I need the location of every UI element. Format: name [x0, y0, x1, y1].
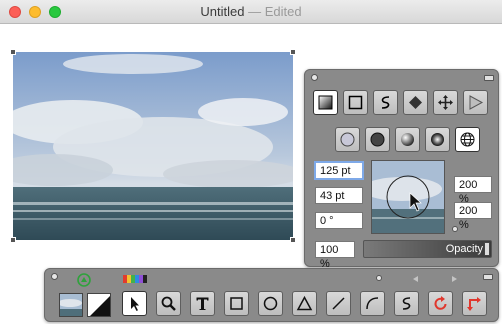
play-button[interactable] [463, 90, 488, 115]
opacity-label: Opacity [445, 243, 483, 255]
flip-tool-button[interactable] [462, 291, 487, 316]
triangle-tool-button[interactable] [292, 291, 317, 316]
black-white-swatch-icon [88, 294, 110, 316]
line-tool-icon [332, 297, 345, 310]
rectangle-tool-button[interactable] [224, 291, 249, 316]
image-thumbnail-icon [60, 294, 82, 316]
square-shape-button[interactable] [343, 90, 368, 115]
edited-status: — Edited [248, 4, 302, 19]
toolbar-slider-dot[interactable] [376, 275, 382, 281]
preview-origin-handle[interactable] [452, 226, 458, 232]
inspector-palette: 125 pt 43 pt 0 ° 200 % 200 % 100 % Opaci… [304, 69, 499, 270]
document-name: Untitled [200, 4, 245, 19]
opacity-slider[interactable]: Opacity [363, 240, 492, 258]
palette-collapse-button[interactable] [484, 75, 494, 81]
square-icon [348, 95, 363, 110]
scale-x-field[interactable]: 200 % [454, 176, 492, 205]
zoom-tool-button[interactable] [156, 291, 181, 316]
opacity-slider-knob[interactable] [484, 242, 490, 256]
fill-style-outline[interactable] [335, 127, 360, 152]
tools-palette [44, 268, 499, 322]
s-curve-icon [381, 96, 390, 109]
palette-close-button[interactable] [311, 74, 318, 81]
text-tool-button[interactable] [190, 291, 215, 316]
radius-field[interactable]: 43 pt [315, 187, 363, 204]
solid-circle-icon [370, 132, 385, 147]
scroll-left-icon[interactable] [411, 275, 421, 283]
active-state-icon[interactable] [77, 273, 91, 287]
freehand-tool-button[interactable] [394, 291, 419, 316]
arc-tool-icon [366, 297, 379, 310]
resize-handle-bottom-left[interactable] [10, 237, 16, 243]
gradient-fill-button[interactable] [313, 90, 338, 115]
triangle-tool-icon [296, 295, 313, 311]
diamond-icon [409, 96, 422, 109]
arrow-pointer-icon [131, 297, 139, 311]
select-tool-button[interactable] [122, 291, 147, 316]
gradient-fill-icon [318, 95, 333, 110]
fill-style-solid[interactable] [365, 127, 390, 152]
ellipse-tool-icon [263, 296, 278, 311]
angle-field[interactable]: 0 ° [315, 212, 363, 229]
opacity-value-field[interactable]: 100 % [315, 241, 355, 270]
effect-preview[interactable] [371, 160, 445, 234]
color-swatch[interactable] [87, 293, 111, 317]
move-button[interactable] [433, 90, 458, 115]
arc-tool-button[interactable] [360, 291, 385, 316]
shaded-sphere-icon [401, 133, 414, 146]
fill-style-radial[interactable] [425, 127, 450, 152]
diamond-button[interactable] [403, 90, 428, 115]
s-curve-button[interactable] [373, 90, 398, 115]
outline-circle-icon [340, 132, 355, 147]
play-triangle-icon [469, 95, 484, 110]
ellipse-tool-button[interactable] [258, 291, 283, 316]
window-title: Untitled — Edited [0, 4, 502, 19]
image-swatch[interactable] [59, 293, 83, 317]
rectangle-tool-icon [230, 297, 243, 310]
fill-style-globe[interactable] [455, 127, 480, 152]
magnifier-icon [161, 296, 176, 311]
tools-palette-close-button[interactable] [51, 273, 58, 280]
scroll-right-icon[interactable] [449, 275, 459, 283]
preview-thumbnail [372, 161, 444, 233]
fill-style-sphere[interactable] [395, 127, 420, 152]
resize-handle-top-right[interactable] [290, 49, 296, 55]
sky-sea-photo [13, 52, 293, 240]
flip-arrows-icon [467, 297, 481, 311]
globe-icon [460, 132, 475, 147]
move-arrows-icon [438, 95, 453, 110]
freehand-s-icon [402, 297, 411, 310]
rotate-icon [434, 296, 447, 310]
tools-palette-collapse-button[interactable] [483, 274, 493, 280]
canvas-photo[interactable] [13, 52, 293, 240]
color-bar-icon[interactable] [123, 275, 147, 283]
size-field[interactable]: 125 pt [314, 161, 364, 180]
window-titlebar: Untitled — Edited [0, 0, 502, 24]
rotate-tool-button[interactable] [428, 291, 453, 316]
radial-gradient-icon [431, 133, 444, 146]
scale-y-field[interactable]: 200 % [454, 202, 492, 231]
resize-handle-bottom-right[interactable] [290, 237, 296, 243]
line-tool-button[interactable] [326, 291, 351, 316]
resize-handle-top-left[interactable] [10, 49, 16, 55]
text-tool-icon [196, 297, 209, 310]
